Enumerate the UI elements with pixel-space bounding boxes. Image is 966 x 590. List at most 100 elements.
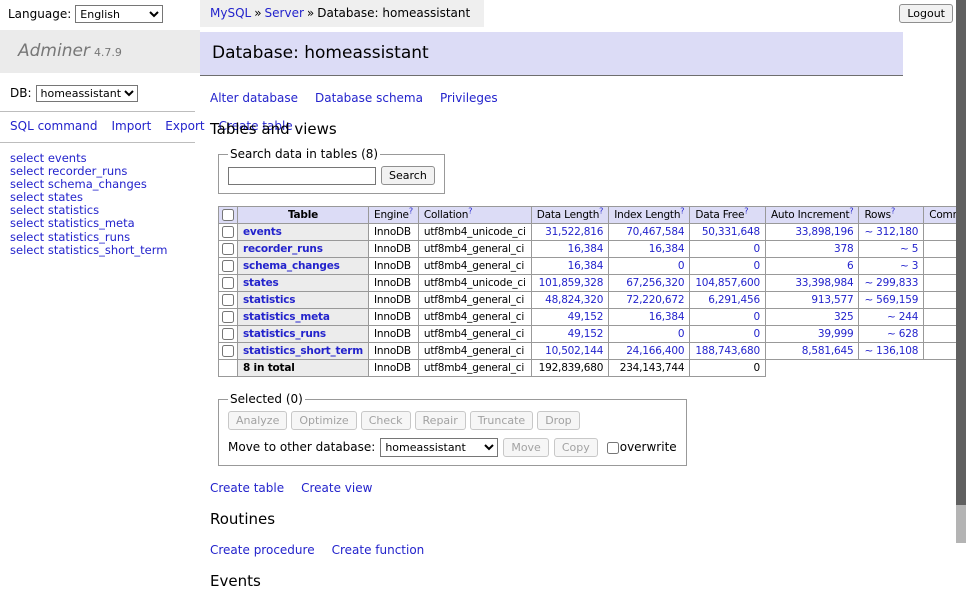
row-checkbox-statistics-short-term[interactable] (222, 345, 234, 357)
sidebar-select-events[interactable]: select (10, 151, 44, 165)
link-data-length-statistics-meta[interactable]: 49,152 (568, 311, 604, 323)
link-privileges[interactable]: Privileges (440, 91, 498, 105)
link-rows-states[interactable]: ~ 299,833 (864, 277, 918, 289)
sidebar-select-statistics-short-term[interactable]: select (10, 243, 44, 257)
link-auto-increment-events[interactable]: 33,898,196 (795, 226, 853, 238)
app-title-link[interactable]: Adminer (18, 41, 90, 61)
move-db-select[interactable]: homeassistant (380, 438, 498, 457)
search-input[interactable] (228, 167, 376, 185)
sidebar-table-statistics-meta[interactable]: statistics_meta (48, 216, 135, 230)
link-data-free-statistics-runs[interactable]: 0 (753, 328, 759, 340)
table-link-schema-changes[interactable]: schema_changes (243, 260, 340, 272)
sidebar-table-statistics-short-term[interactable]: statistics_short_term (48, 243, 168, 257)
link-index-length-recorder-runs[interactable]: 16,384 (649, 243, 685, 255)
table-link-statistics-meta[interactable]: statistics_meta (243, 311, 330, 323)
sidebar-table-events[interactable]: events (48, 151, 87, 165)
sidebar-select-recorder-runs[interactable]: select (10, 164, 44, 178)
help-link-auto-increment[interactable]: ? (849, 207, 853, 216)
link-index-length-events[interactable]: 70,467,584 (626, 226, 684, 238)
language-select[interactable]: English (75, 5, 163, 23)
link-data-length-recorder-runs[interactable]: 16,384 (568, 243, 604, 255)
link-auto-increment-recorder-runs[interactable]: 378 (834, 243, 853, 255)
truncate-button[interactable]: Truncate (470, 411, 533, 430)
link-data-free-events[interactable]: 50,331,648 (702, 226, 760, 238)
table-link-statistics-runs[interactable]: statistics_runs (243, 328, 326, 340)
sidebar-table-statistics[interactable]: statistics (48, 203, 99, 217)
select-all-checkbox[interactable] (222, 209, 234, 221)
link-rows-statistics-runs[interactable]: ~ 628 (887, 328, 918, 340)
link-create-view[interactable]: Create view (301, 481, 372, 495)
link-index-length-states[interactable]: 67,256,320 (626, 277, 684, 289)
link-data-free-statistics[interactable]: 6,291,456 (708, 294, 760, 306)
link-data-length-statistics[interactable]: 48,824,320 (545, 294, 603, 306)
help-link-index-length[interactable]: ? (680, 207, 684, 216)
link-data-length-events[interactable]: 31,522,816 (545, 226, 603, 238)
link-auto-increment-statistics-meta[interactable]: 325 (834, 311, 853, 323)
table-link-statistics-short-term[interactable]: statistics_short_term (243, 345, 363, 357)
link-data-free-recorder-runs[interactable]: 0 (753, 243, 759, 255)
repair-button[interactable]: Repair (415, 411, 466, 430)
sidebar-table-statistics-runs[interactable]: statistics_runs (48, 230, 130, 244)
overwrite-label[interactable]: overwrite (620, 440, 677, 454)
sidebar-select-schema-changes[interactable]: select (10, 177, 44, 191)
help-link-data-free[interactable]: ? (744, 207, 748, 216)
row-checkbox-statistics-runs[interactable] (222, 328, 234, 340)
table-link-events[interactable]: events (243, 226, 282, 238)
link-rows-schema-changes[interactable]: ~ 3 (900, 260, 918, 272)
help-link-engine[interactable]: ? (409, 207, 413, 216)
link-index-length-statistics-short-term[interactable]: 24,166,400 (626, 345, 684, 357)
link-index-length-statistics[interactable]: 72,220,672 (626, 294, 684, 306)
link-data-length-statistics-runs[interactable]: 49,152 (568, 328, 604, 340)
table-link-statistics[interactable]: statistics (243, 294, 295, 306)
link-data-free-schema-changes[interactable]: 0 (753, 260, 759, 272)
search-button[interactable]: Search (381, 166, 435, 185)
help-link-rows[interactable]: ? (891, 207, 895, 216)
row-checkbox-schema-changes[interactable] (222, 260, 234, 272)
link-create-procedure[interactable]: Create procedure (210, 543, 315, 557)
drop-button[interactable]: Drop (537, 411, 579, 430)
row-checkbox-events[interactable] (222, 226, 234, 238)
link-index-length-statistics-runs[interactable]: 0 (678, 328, 684, 340)
row-checkbox-recorder-runs[interactable] (222, 243, 234, 255)
link-auto-increment-schema-changes[interactable]: 6 (847, 260, 853, 272)
analyze-button[interactable]: Analyze (228, 411, 287, 430)
link-create-table[interactable]: Create table (210, 481, 284, 495)
overwrite-checkbox[interactable] (607, 442, 619, 454)
sidebar-select-statistics-meta[interactable]: select (10, 216, 44, 230)
link-auto-increment-states[interactable]: 33,398,984 (795, 277, 853, 289)
move-button[interactable]: Move (503, 438, 549, 457)
row-checkbox-states[interactable] (222, 277, 234, 289)
db-select[interactable]: homeassistant (36, 85, 138, 102)
copy-button[interactable]: Copy (554, 438, 598, 457)
link-database-schema[interactable]: Database schema (315, 91, 423, 105)
sidebar-link-sql-command[interactable]: SQL command (10, 119, 97, 133)
sidebar-select-states[interactable]: select (10, 190, 44, 204)
link-data-free-statistics-meta[interactable]: 0 (753, 311, 759, 323)
link-alter-database[interactable]: Alter database (210, 91, 298, 105)
link-rows-recorder-runs[interactable]: ~ 5 (900, 243, 918, 255)
link-create-function[interactable]: Create function (332, 543, 425, 557)
table-link-recorder-runs[interactable]: recorder_runs (243, 243, 323, 255)
help-link-data-length[interactable]: ? (599, 207, 603, 216)
scrollbar-track[interactable] (956, 0, 966, 543)
link-rows-statistics-short-term[interactable]: ~ 136,108 (864, 345, 918, 357)
sidebar-link-import[interactable]: Import (111, 119, 151, 133)
link-auto-increment-statistics-runs[interactable]: 39,999 (818, 328, 854, 340)
link-data-free-states[interactable]: 104,857,600 (695, 277, 760, 289)
row-checkbox-statistics-meta[interactable] (222, 311, 234, 323)
sidebar-link-export[interactable]: Export (165, 119, 204, 133)
link-auto-increment-statistics-short-term[interactable]: 8,581,645 (802, 345, 854, 357)
table-link-states[interactable]: states (243, 277, 279, 289)
check-button[interactable]: Check (361, 411, 411, 430)
link-data-length-schema-changes[interactable]: 16,384 (568, 260, 604, 272)
sidebar-table-schema-changes[interactable]: schema_changes (48, 177, 147, 191)
breadcrumb-link-mysql[interactable]: MySQL (210, 6, 251, 20)
breadcrumb-link-server[interactable]: Server (265, 6, 304, 20)
sidebar-table-states[interactable]: states (48, 190, 83, 204)
app-version-link[interactable]: 4.7.9 (94, 46, 122, 59)
link-data-free-statistics-short-term[interactable]: 188,743,680 (695, 345, 760, 357)
sidebar-table-recorder-runs[interactable]: recorder_runs (48, 164, 128, 178)
link-auto-increment-statistics[interactable]: 913,577 (811, 294, 853, 306)
link-index-length-statistics-meta[interactable]: 16,384 (649, 311, 685, 323)
link-rows-statistics[interactable]: ~ 569,159 (864, 294, 918, 306)
